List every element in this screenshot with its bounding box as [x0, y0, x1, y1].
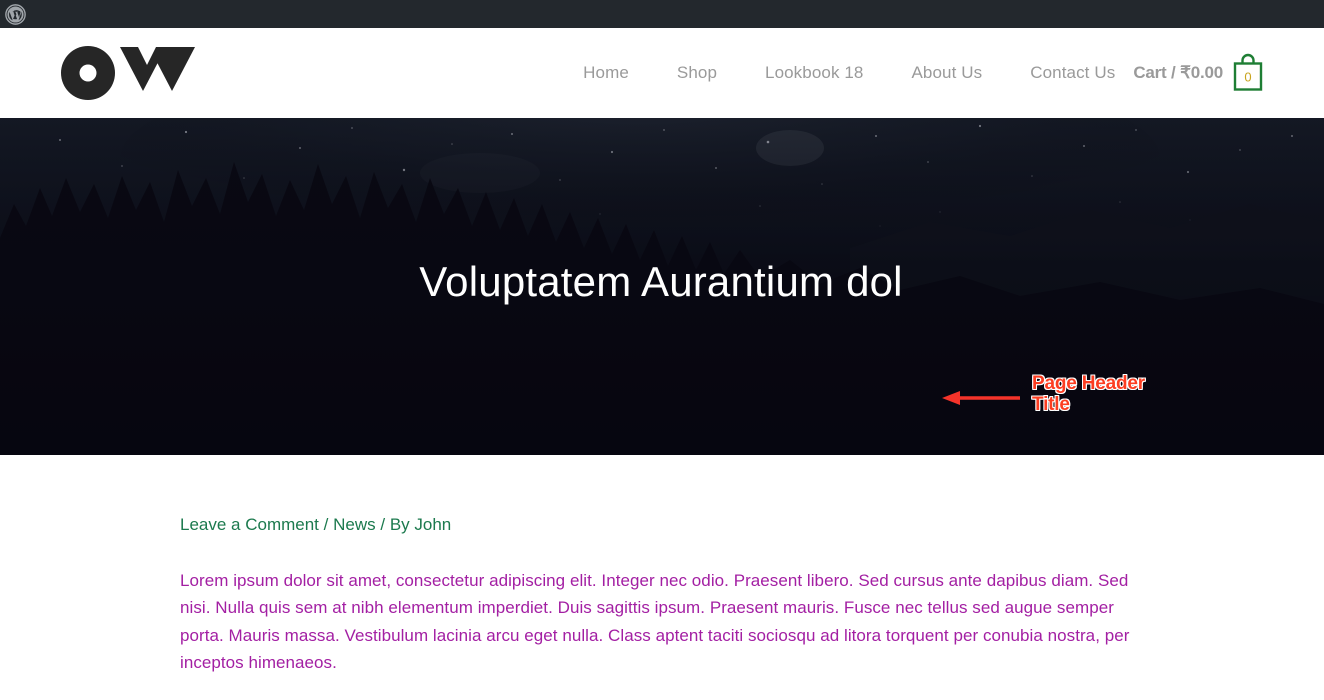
cart-link[interactable]: Cart / ₹0.00 0	[1129, 52, 1264, 94]
nav-item-shop[interactable]: Shop	[653, 63, 741, 83]
page-hero: Voluptatem Aurantium dol Page Header Tit…	[0, 118, 1324, 455]
main-navigation: Home Shop Lookbook 18 About Us Contact U…	[559, 52, 1264, 94]
cart-total-label: Cart / ₹0.00	[1133, 63, 1223, 82]
site-header: Home Shop Lookbook 18 About Us Contact U…	[0, 28, 1324, 118]
site-logo[interactable]	[60, 45, 202, 101]
nav-item-home[interactable]: Home	[559, 63, 653, 83]
page-header-title: Voluptatem Aurantium dol	[419, 258, 903, 305]
nav-item-lookbook-18[interactable]: Lookbook 18	[741, 63, 887, 83]
meta-separator-1: /	[323, 515, 329, 534]
nav-item-about-us[interactable]: About Us	[887, 63, 1006, 83]
nav-item-contact-us[interactable]: Contact Us	[1006, 63, 1129, 83]
wp-admin-bar	[0, 0, 1324, 28]
cart-count-value: 0	[1244, 70, 1251, 85]
post-content: Leave a Comment / News / By John Lorem i…	[0, 455, 1324, 677]
meta-separator-2: /	[380, 515, 386, 534]
post-meta: Leave a Comment / News / By John	[180, 455, 1144, 537]
leave-a-comment-link[interactable]: Leave a Comment	[180, 515, 319, 534]
post-category-link[interactable]: News	[333, 515, 376, 534]
post-byline: By John	[389, 515, 452, 534]
wordpress-logo-icon[interactable]	[5, 3, 26, 25]
post-body-paragraph: Lorem ipsum dolor sit amet, consectetur …	[180, 570, 1130, 673]
shopping-bag-icon[interactable]: 0	[1232, 52, 1264, 94]
